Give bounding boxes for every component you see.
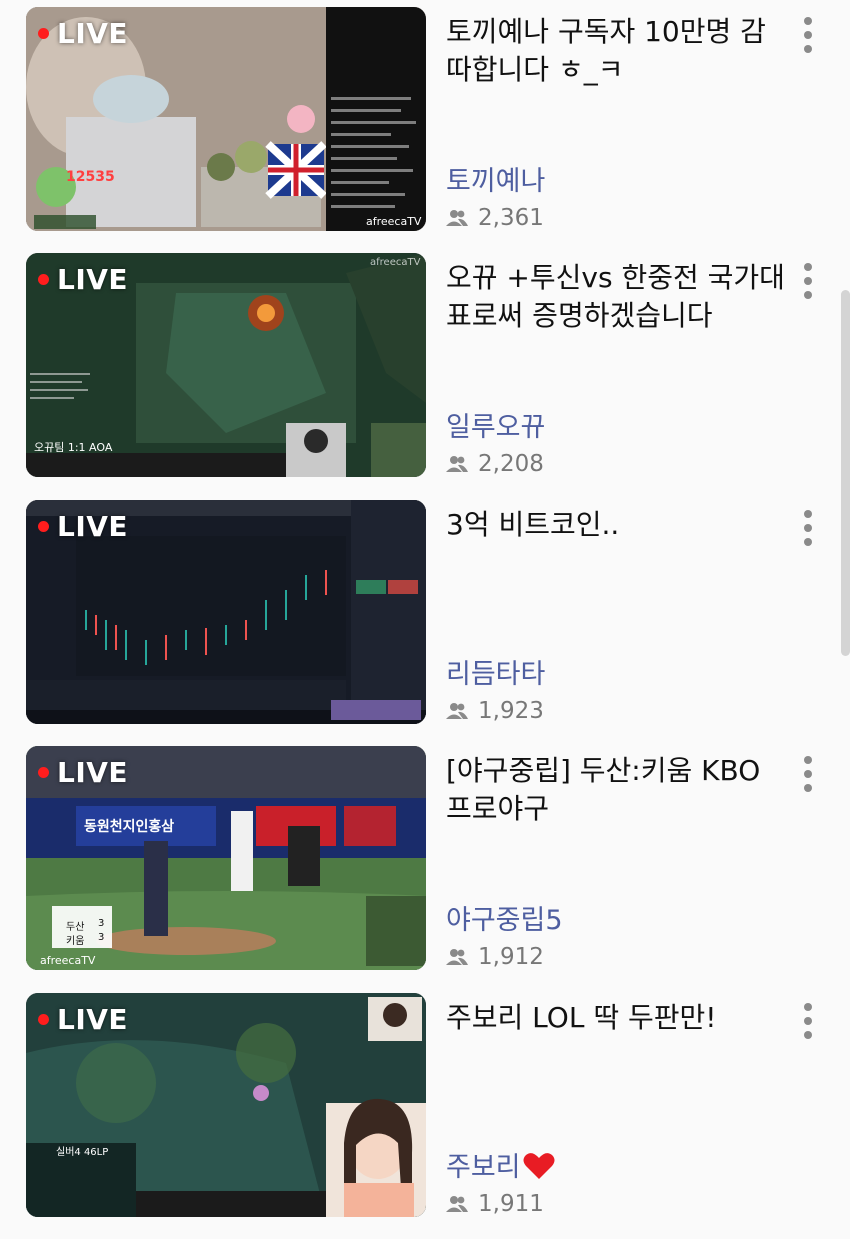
live-badge: LIVE bbox=[38, 510, 128, 543]
stream-item[interactable]: 12535 afreecaTV LIVE 토끼예나 구독자 10만명 감따합니다… bbox=[0, 7, 850, 253]
live-dot-icon bbox=[38, 274, 49, 285]
stream-item[interactable]: 동원천지인홍삼 두산 3 키움 3 afreecaTV LIVE [야구중립] … bbox=[0, 746, 850, 992]
live-badge: LIVE bbox=[38, 1003, 128, 1036]
more-options-icon[interactable] bbox=[798, 263, 818, 303]
viewers-icon bbox=[446, 1196, 468, 1212]
stream-title[interactable]: 주보리 LOL 딱 두판만! bbox=[446, 999, 786, 1037]
stream-thumbnail[interactable]: 12535 afreecaTV LIVE bbox=[26, 7, 426, 231]
team1-score: 3 bbox=[98, 918, 105, 929]
viewer-count: 1,923 bbox=[446, 698, 544, 724]
team1-name: 두산 bbox=[66, 922, 85, 933]
donation-count: 12535 bbox=[66, 169, 115, 185]
stream-item[interactable]: 오뀨팀 1:1 AOA afreecaTV LIVE 오뀨 +투신vs 한중전 … bbox=[0, 253, 850, 499]
watermark-text: afreecaTV bbox=[40, 954, 96, 967]
stream-item[interactable]: LIVE 3억 비트코인.. 리듬타타 1,923 bbox=[0, 500, 850, 746]
stream-title[interactable]: 토끼예나 구독자 10만명 감따합니다 ㅎ_ㅋ bbox=[446, 13, 786, 89]
viewer-count: 1,912 bbox=[446, 944, 544, 970]
heart-icon bbox=[523, 1153, 555, 1179]
ad-banner-text: 동원천지인홍삼 bbox=[84, 819, 175, 835]
viewer-count: 1,911 bbox=[446, 1191, 544, 1217]
stream-thumbnail[interactable]: 실버4 46LP LIVE bbox=[26, 993, 426, 1217]
live-dot-icon bbox=[38, 1014, 49, 1025]
live-dot-icon bbox=[38, 521, 49, 532]
scrollbar[interactable] bbox=[841, 290, 850, 656]
watermark-text: afreecaTV bbox=[370, 257, 421, 268]
channel-name[interactable]: 일루오뀨 bbox=[446, 405, 545, 444]
team2-name: 키움 bbox=[66, 936, 85, 947]
rank-text: 실버4 46LP bbox=[56, 1147, 109, 1158]
more-options-icon[interactable] bbox=[798, 756, 818, 796]
stream-thumbnail[interactable]: 오뀨팀 1:1 AOA afreecaTV LIVE bbox=[26, 253, 426, 477]
viewers-icon bbox=[446, 703, 468, 719]
channel-name[interactable]: 야구중립5 bbox=[446, 898, 563, 937]
live-badge: LIVE bbox=[38, 263, 128, 296]
team-score: 오뀨팀 1:1 AOA bbox=[34, 441, 113, 454]
more-options-icon[interactable] bbox=[798, 17, 818, 57]
stream-title[interactable]: [야구중립] 두산:키움 KBO 프로야구 bbox=[446, 752, 786, 828]
team2-score: 3 bbox=[98, 932, 105, 943]
more-options-icon[interactable] bbox=[798, 510, 818, 550]
viewers-icon bbox=[446, 456, 468, 472]
stream-title[interactable]: 오뀨 +투신vs 한중전 국가대표로써 증명하겠습니다 bbox=[446, 259, 786, 335]
stream-thumbnail[interactable]: LIVE bbox=[26, 500, 426, 724]
stream-item[interactable]: 실버4 46LP LIVE 주보리 LOL 딱 두판만! 주보리 1,911 bbox=[0, 993, 850, 1239]
watermark-text: afreecaTV bbox=[366, 215, 422, 228]
viewers-icon bbox=[446, 210, 468, 226]
more-options-icon[interactable] bbox=[798, 1003, 818, 1043]
live-dot-icon bbox=[38, 28, 49, 39]
viewer-count: 2,208 bbox=[446, 451, 544, 477]
live-badge: LIVE bbox=[38, 17, 128, 50]
viewers-icon bbox=[446, 949, 468, 965]
stream-thumbnail[interactable]: 동원천지인홍삼 두산 3 키움 3 afreecaTV LIVE bbox=[26, 746, 426, 970]
stream-title[interactable]: 3억 비트코인.. bbox=[446, 506, 786, 544]
viewer-count: 2,361 bbox=[446, 205, 544, 231]
channel-name[interactable]: 주보리 bbox=[446, 1145, 555, 1184]
channel-name[interactable]: 토끼예나 bbox=[446, 159, 545, 198]
live-dot-icon bbox=[38, 767, 49, 778]
channel-name[interactable]: 리듬타타 bbox=[446, 652, 545, 691]
live-badge: LIVE bbox=[38, 756, 128, 789]
